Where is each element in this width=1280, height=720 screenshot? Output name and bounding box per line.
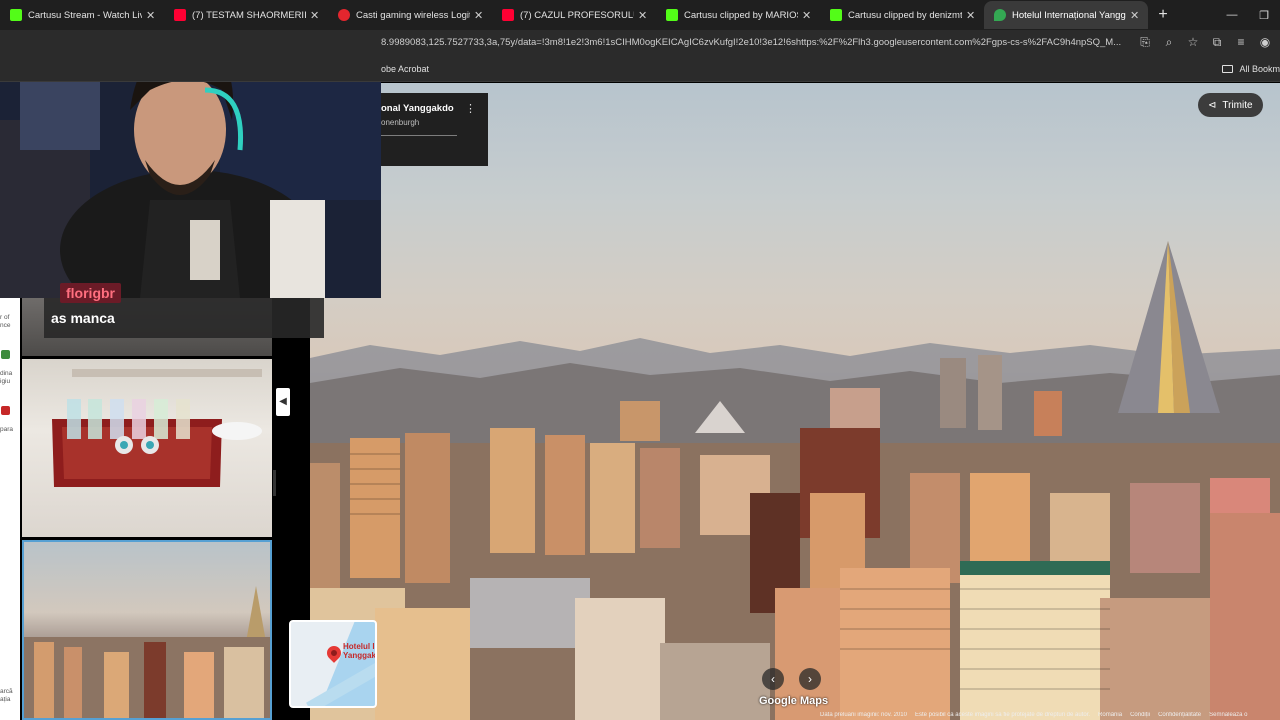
tab-title: Cartusu clipped by MARIOSTE bbox=[684, 9, 798, 21]
close-icon[interactable]: ✕ bbox=[802, 9, 812, 22]
maps-footer: Data preluării imaginii: nov. 2010 Este … bbox=[820, 712, 1280, 720]
share-icon: ⊲ bbox=[1208, 99, 1217, 111]
close-icon[interactable]: ✕ bbox=[638, 9, 648, 22]
profile-avatar-icon[interactable]: ◉ bbox=[1258, 35, 1272, 50]
close-icon[interactable]: ✕ bbox=[146, 9, 156, 22]
tab-title: Cartusu Stream - Watch Live on bbox=[28, 9, 142, 21]
extensions-icon[interactable]: ⧉ bbox=[1210, 35, 1224, 50]
street-view-photo[interactable] bbox=[310, 83, 1280, 720]
tab-favicon-icon bbox=[338, 9, 350, 21]
side-place-icon-2[interactable] bbox=[1, 406, 10, 415]
report-link[interactable]: Semnalează o bbox=[1209, 712, 1247, 720]
google-maps-logo: Google Maps bbox=[759, 695, 829, 707]
side-strip bbox=[0, 298, 20, 720]
close-icon[interactable]: ✕ bbox=[966, 9, 976, 22]
install-app-icon[interactable]: ⎘ bbox=[1138, 35, 1152, 50]
share-button[interactable]: ⊲ Trimite bbox=[1198, 93, 1263, 117]
tray-photo bbox=[52, 369, 262, 487]
side-text-1: r of nce bbox=[0, 314, 11, 329]
tab-title: Hotelul Internațional Yanggakd bbox=[1012, 9, 1126, 21]
browser-toolbar: 8.9989083,125.7527733,3a,75y/data=!3m8!1… bbox=[0, 30, 1280, 58]
bookmark-star-icon[interactable]: ☆ bbox=[1186, 35, 1200, 50]
tab-favicon-icon bbox=[174, 9, 186, 21]
photo-thumbnail-2[interactable] bbox=[22, 359, 272, 537]
image-date: Data preluării imaginii: nov. 2010 bbox=[820, 712, 907, 718]
photo-thumbnail-3-selected[interactable] bbox=[22, 540, 272, 720]
all-bookmarks-button[interactable]: All Bookm bbox=[1222, 64, 1280, 74]
place-title: onal Yanggakdo bbox=[381, 103, 454, 114]
tab-favicon-icon bbox=[10, 9, 22, 21]
copyright-notice: Este posibil ca aceste imagini să fie pr… bbox=[914, 712, 1091, 718]
previous-photo-button[interactable]: ‹ bbox=[762, 668, 784, 690]
address-bar[interactable]: 8.9989083,125.7527733,3a,75y/data=!3m8!1… bbox=[381, 37, 1121, 48]
share-label: Trimite bbox=[1222, 99, 1253, 111]
next-photo-button[interactable]: › bbox=[799, 668, 821, 690]
tab-3[interactable]: Casti gaming wireless Logitech ✕ bbox=[328, 1, 492, 29]
tab-4[interactable]: (7) CAZUL PROFESORULUI ACU ✕ bbox=[492, 1, 656, 29]
minimap-label: Hotelul I Yanggak bbox=[343, 642, 376, 660]
zoom-icon[interactable]: ⌕ bbox=[1162, 35, 1176, 50]
all-bookmarks-label: All Bookm bbox=[1239, 64, 1280, 74]
close-icon[interactable]: ✕ bbox=[1130, 9, 1140, 22]
toolbar-icons: ⎘ ⌕ ☆ ⧉ ≡ ◉ bbox=[1138, 35, 1272, 50]
close-icon[interactable]: ✕ bbox=[310, 9, 320, 22]
tab-favicon-icon bbox=[830, 9, 842, 21]
window-controls: — ❐ bbox=[1216, 0, 1280, 30]
new-tab-button[interactable]: + bbox=[1152, 6, 1174, 24]
chat-username: florigbr bbox=[60, 283, 121, 303]
place-card[interactable]: onal Yanggakdo onenburgh ⋮ bbox=[381, 93, 488, 166]
maps-pin-icon bbox=[994, 9, 1006, 21]
tab-7-active[interactable]: Hotelul Internațional Yanggakd ✕ bbox=[984, 1, 1148, 29]
card-divider bbox=[381, 135, 457, 136]
panel-scrollbar[interactable] bbox=[273, 470, 276, 496]
side-place-icon[interactable] bbox=[1, 350, 10, 359]
folder-icon bbox=[1222, 65, 1234, 73]
region-link[interactable]: România bbox=[1098, 712, 1122, 720]
more-options-icon[interactable]: ⋮ bbox=[465, 102, 476, 115]
place-subtitle: onenburgh bbox=[381, 118, 420, 127]
tab-1[interactable]: Cartusu Stream - Watch Live on ✕ bbox=[0, 1, 164, 29]
minimize-icon[interactable]: — bbox=[1216, 9, 1248, 21]
bookmark-acrobat[interactable]: obe Acrobat bbox=[381, 64, 429, 74]
tab-title: Casti gaming wireless Logitech bbox=[356, 9, 470, 21]
screen: ⊲ Trimite onal Yanggakdo onenburgh ⋮ r o… bbox=[0, 0, 1280, 720]
privacy-link[interactable]: Confidențialitate bbox=[1158, 712, 1201, 720]
terms-link[interactable]: Condiții bbox=[1130, 712, 1150, 720]
minimap[interactable]: Hotelul I Yanggak bbox=[289, 620, 377, 708]
tab-favicon-icon bbox=[502, 9, 514, 21]
tab-6[interactable]: Cartusu clipped by denizmta4 ✕ bbox=[820, 1, 984, 29]
tab-title: Cartusu clipped by denizmta4 bbox=[848, 9, 962, 21]
side-text-3: para bbox=[0, 426, 14, 433]
media-icon[interactable]: ≡ bbox=[1234, 35, 1248, 50]
browser-tab-strip: Cartusu Stream - Watch Live on ✕ (7) TEST… bbox=[0, 0, 1280, 30]
side-text-4: arcă ația bbox=[0, 688, 13, 703]
tab-title: (7) TESTAM SHAORMERIILE DIN bbox=[192, 9, 306, 21]
tab-title: (7) CAZUL PROFESORULUI ACU bbox=[520, 9, 634, 21]
tab-favicon-icon bbox=[666, 9, 678, 21]
close-icon[interactable]: ✕ bbox=[474, 9, 484, 22]
maximize-icon[interactable]: ❐ bbox=[1248, 9, 1280, 22]
side-text-2: dina igiu bbox=[0, 370, 13, 385]
city-skyline bbox=[310, 241, 1280, 720]
chat-message: as manca bbox=[51, 310, 115, 326]
tab-5[interactable]: Cartusu clipped by MARIOSTE ✕ bbox=[656, 1, 820, 29]
tab-2[interactable]: (7) TESTAM SHAORMERIILE DIN ✕ bbox=[164, 1, 328, 29]
city-thumbnail bbox=[24, 586, 270, 718]
collapse-panel-button[interactable]: ◀ bbox=[276, 388, 290, 416]
bookmarks-bar: obe Acrobat All Bookm bbox=[0, 58, 1280, 82]
